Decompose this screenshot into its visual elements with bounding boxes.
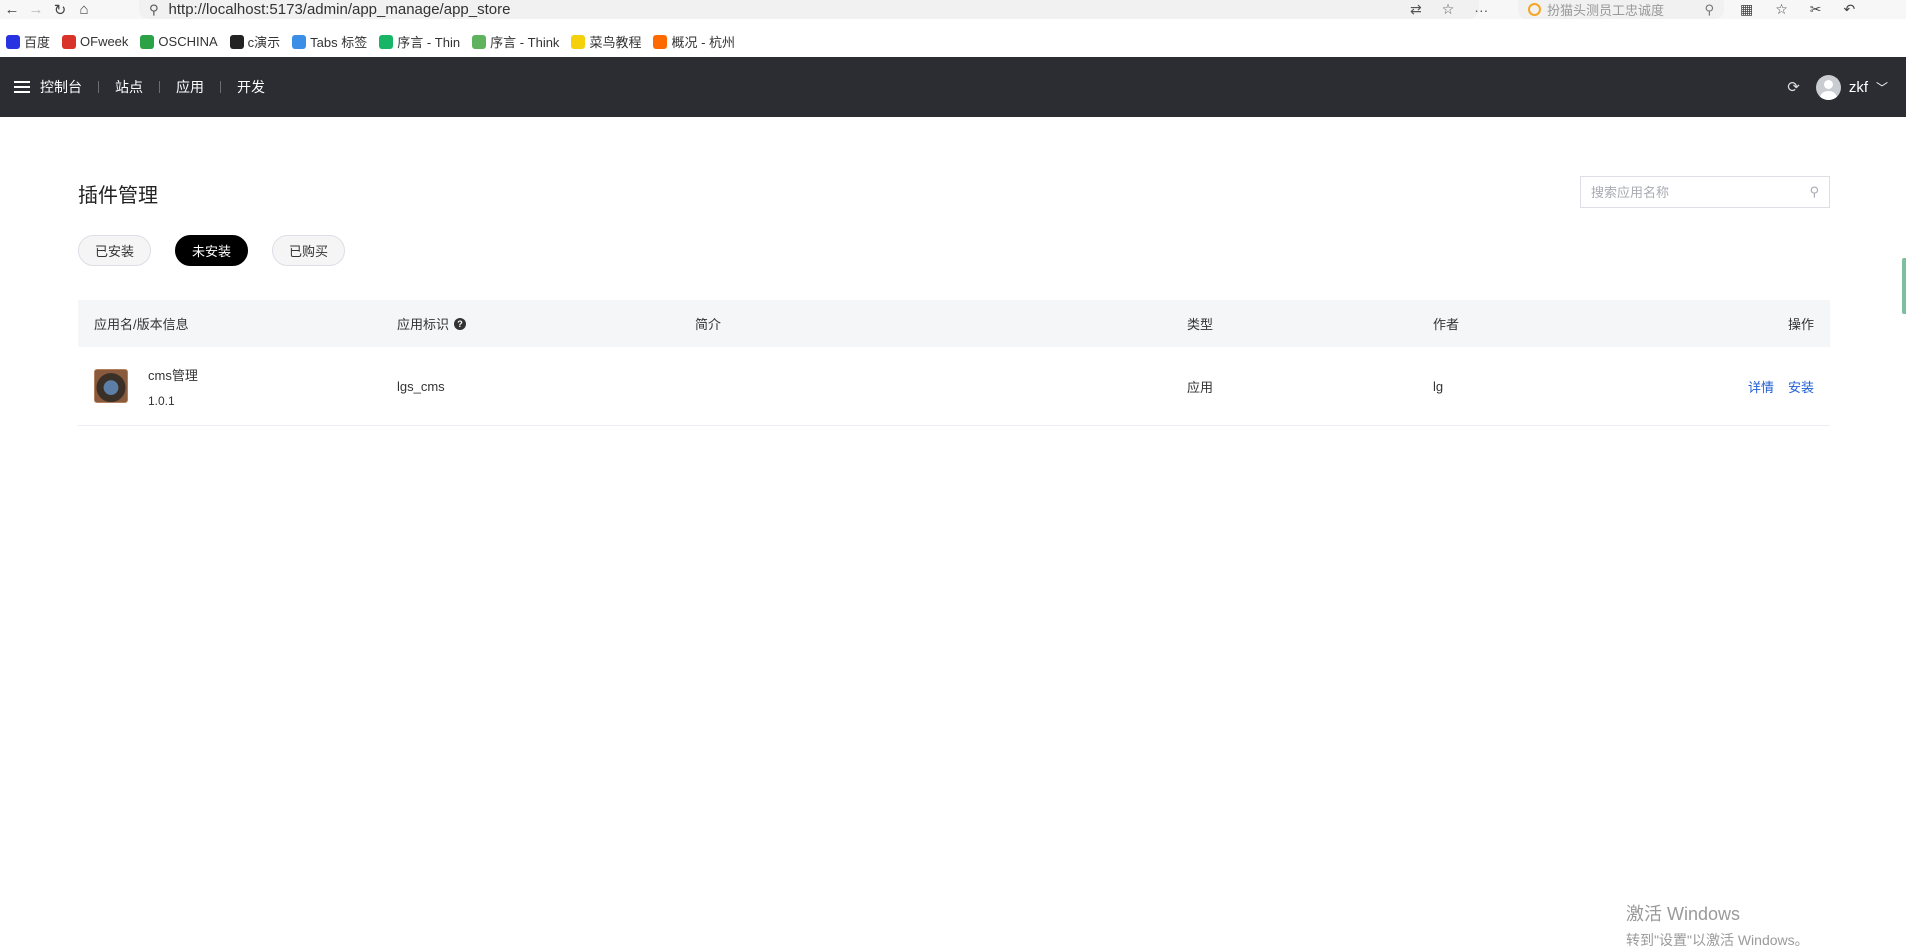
back-icon[interactable]: ←	[0, 0, 24, 19]
bookmark-label: OFweek	[80, 34, 129, 49]
bookmark-item[interactable]: Tabs 标签	[292, 32, 367, 51]
table-header: 应用名/版本信息 应用标识 ? 简介 类型 作者 操作	[78, 300, 1830, 347]
app-author: lg	[1433, 378, 1444, 394]
of-icon	[62, 34, 77, 49]
bookmark-label: OSCHINA	[158, 34, 218, 49]
chevron-down-icon: ﹀	[1875, 80, 1888, 95]
header-right: ⟳ zkf ﹀	[1787, 57, 1888, 117]
watermark-line1: 激活 Windows	[1626, 904, 1741, 924]
app-type: 应用	[1187, 379, 1214, 395]
nav-site[interactable]: 站点	[99, 77, 159, 97]
row-actions: 详情 安装	[1683, 377, 1830, 396]
search-engine-logo-icon	[1528, 3, 1541, 16]
bookmark-label: c演示	[247, 35, 281, 50]
app-search-field[interactable]: ⚲	[1580, 176, 1830, 208]
browser-search-icon[interactable]: ⚲	[1704, 2, 1714, 18]
browser-search-placeholder: 扮猫头测员工忠诚度	[1547, 3, 1665, 18]
m-icon	[229, 34, 244, 49]
col-description: 简介	[695, 317, 722, 332]
tab-not-installed[interactable]: 未安装	[175, 235, 249, 266]
app-cell: cms管理 1.0.1	[78, 365, 397, 408]
bookmark-label: 序言 - Think	[490, 35, 560, 50]
avatar	[1815, 74, 1841, 100]
side-tab-handle[interactable]	[1902, 258, 1906, 314]
app-version: 1.0.1	[148, 393, 175, 408]
nav-app[interactable]: 应用	[160, 77, 220, 97]
scissors-icon[interactable]: ✂	[1810, 1, 1822, 18]
page-title: 插件管理	[78, 185, 158, 207]
cube-icon	[292, 34, 307, 49]
aliyun-icon	[653, 34, 668, 49]
undo-icon[interactable]: ↶	[1844, 1, 1856, 18]
tab-installed[interactable]: 已安装	[78, 235, 152, 266]
col-name-version: 应用名/版本信息	[94, 317, 189, 332]
bookmark-label: Tabs 标签	[310, 35, 368, 50]
bookmarks-bar: 百度 OFweek OSCHINA c演示 Tabs 标签 序言 - Thin 序言 - T…	[0, 30, 735, 53]
tp-icon	[379, 34, 394, 49]
app-header: 控制台 站点 应用 开发 ⟳ zkf ﹀	[0, 57, 1906, 117]
bird-icon	[571, 34, 586, 49]
col-type: 类型	[1187, 317, 1214, 332]
col-actions: 操作	[1787, 317, 1814, 332]
col-author: 作者	[1433, 317, 1460, 332]
windows-activation-watermark: 激活 Windows 转到"设置"以激活 Windows。	[1626, 900, 1809, 947]
cloud-icon	[472, 34, 487, 49]
oschina-icon	[140, 34, 155, 49]
plugin-tabs: 已安装 未安装 已购买	[78, 235, 346, 266]
tab-purchased[interactable]: 已购买	[272, 235, 346, 266]
col-app-key: 应用标识 ?	[397, 314, 695, 333]
install-link[interactable]: 安装	[1788, 377, 1814, 396]
username: zkf	[1848, 78, 1868, 96]
details-link[interactable]: 详情	[1748, 377, 1774, 396]
more-icon[interactable]: ···	[1474, 2, 1488, 18]
url-bar[interactable]: ⚲ http://localhost:5173/admin/app_manage…	[139, 0, 1479, 19]
bookmark-label: 菜鸟教程	[589, 35, 642, 50]
watermark-line2: 转到"设置"以激活 Windows。	[1626, 932, 1809, 947]
app-icon	[94, 369, 128, 403]
bookmark-item[interactable]: 百度	[6, 32, 50, 51]
nav-console[interactable]: 控制台	[40, 77, 98, 97]
bookmark-label: 百度	[24, 35, 51, 50]
bookmark-label: 概况 - 杭州	[671, 35, 736, 50]
help-icon[interactable]: ?	[454, 317, 467, 330]
bookmark-item[interactable]: OSCHINA	[140, 34, 218, 49]
favorites-icon[interactable]: ☆	[1775, 1, 1788, 18]
star-icon[interactable]: ☆	[1442, 1, 1455, 18]
bookmark-label: 序言 - Thin	[397, 35, 461, 50]
home-icon[interactable]: ⌂	[72, 0, 96, 19]
bookmark-item[interactable]: OFweek	[62, 34, 128, 49]
translate-icon[interactable]: ⇄	[1410, 1, 1422, 18]
app-search-input[interactable]	[1591, 184, 1810, 200]
url-tools: ⇄ ☆ ···	[1410, 0, 1488, 19]
refresh-icon[interactable]: ⟳	[1787, 78, 1800, 96]
user-menu[interactable]: zkf ﹀	[1815, 74, 1888, 100]
bookmark-item[interactable]: 概况 - 杭州	[653, 32, 735, 51]
browser-search-box[interactable]: 扮猫头测员工忠诚度 ⚲	[1518, 0, 1724, 19]
hamburger-menu-icon[interactable]	[14, 81, 30, 93]
reload-icon[interactable]: ↻	[48, 0, 72, 19]
search-icon[interactable]: ⚲	[1809, 184, 1819, 200]
app-name: cms管理	[148, 367, 198, 383]
top-nav: 控制台 站点 应用 开发	[40, 77, 281, 97]
browser-right-tools: ▦ ☆ ✂ ↶	[1740, 0, 1855, 19]
col-app-key-label: 应用标识	[397, 317, 450, 332]
url-text: http://localhost:5173/admin/app_manage/a…	[168, 1, 511, 18]
plugin-table: 应用名/版本信息 应用标识 ? 简介 类型 作者 操作 cms管理 1.0.1 …	[78, 300, 1830, 426]
bookmark-item[interactable]: 序言 - Thin	[379, 32, 460, 51]
bookmark-item[interactable]: 序言 - Think	[472, 32, 559, 51]
bookmark-item[interactable]: 菜鸟教程	[571, 32, 641, 51]
nav-dev[interactable]: 开发	[221, 77, 281, 97]
forward-icon[interactable]: →	[24, 0, 48, 19]
bookmark-item[interactable]: c演示	[229, 32, 281, 51]
table-row: cms管理 1.0.1 lgs_cms 应用 lg 详情 安装	[78, 347, 1830, 426]
paw-icon	[6, 34, 20, 49]
apps-grid-icon[interactable]: ▦	[1740, 1, 1753, 18]
search-icon: ⚲	[149, 1, 159, 17]
app-key: lgs_cms	[397, 378, 445, 394]
